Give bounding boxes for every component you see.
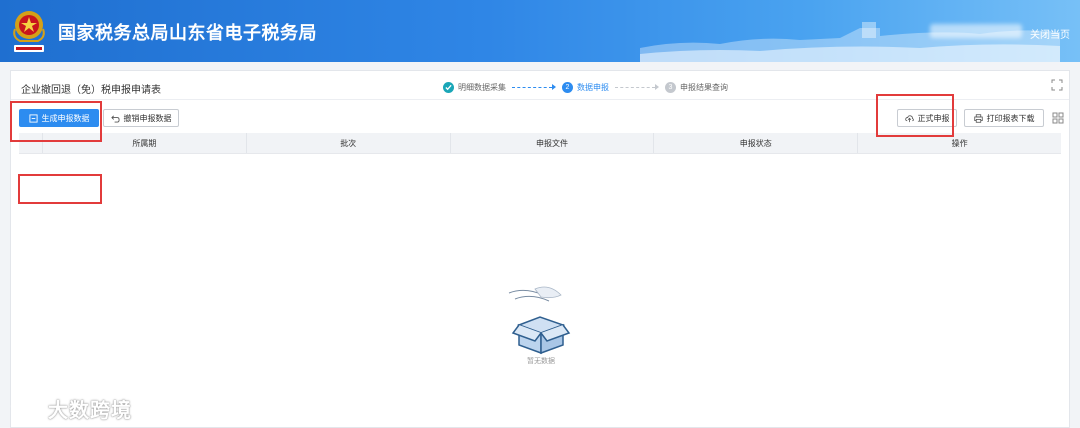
header-divider (11, 99, 1069, 100)
revoke-declaration-button[interactable]: 撤销申报数据 (103, 109, 179, 127)
empty-box-icon (508, 286, 571, 355)
step-detail-collect[interactable]: 明细数据采集 (443, 81, 506, 93)
print-download-button[interactable]: 打印报表下载 (964, 109, 1044, 127)
upload-cloud-icon (904, 114, 914, 122)
user-info-blurred (930, 24, 1022, 38)
watermark-text: 大数跨境 (48, 400, 132, 422)
step-label: 明细数据采集 (458, 82, 506, 92)
undo-icon (110, 114, 120, 123)
column-header[interactable]: 批次 (247, 133, 451, 153)
formal-submit-button[interactable]: 正式申报 (897, 109, 957, 127)
revoke-label: 撤销申报数据 (123, 113, 172, 123)
watermark: 大数跨境 (8, 394, 132, 423)
fullscreen-icon[interactable] (1051, 79, 1063, 91)
column-header[interactable]: 申报状态 (654, 133, 859, 153)
printer-icon (973, 113, 983, 123)
step-result-query[interactable]: 3 申报结果查询 (665, 81, 728, 93)
column-header[interactable]: 操作 (858, 133, 1061, 153)
step-label: 申报结果查询 (680, 82, 728, 92)
step-arrow (512, 84, 556, 90)
check-icon (443, 81, 454, 93)
step-arrow (615, 84, 659, 90)
watermark-logo-icon (10, 397, 47, 417)
main-card: 企业撤回退（免）税申报申请表 明细数据采集 2 数据申报 3 申报结果查询 生成… (10, 70, 1070, 428)
column-header[interactable]: 申报文件 (451, 133, 655, 153)
generate-declaration-button[interactable]: 生成申报数据 (19, 109, 99, 127)
step-progress: 明细数据采集 2 数据申报 3 申报结果查询 (443, 80, 728, 94)
step-data-declare[interactable]: 2 数据申报 (562, 81, 609, 93)
table-header: 所属期 批次 申报文件 申报状态 操作 (19, 133, 1061, 154)
step-number: 3 (665, 81, 676, 93)
column-settings-icon[interactable] (1052, 112, 1064, 124)
column-header[interactable]: 所属期 (43, 133, 247, 153)
print-label: 打印报表下载 (986, 113, 1035, 123)
form-title: 企业撤回退（免）税申报申请表 (21, 85, 161, 96)
document-icon (28, 113, 38, 123)
close-page-link[interactable]: 关闭当页 (1030, 26, 1070, 41)
step-number: 2 (562, 81, 573, 93)
step-label: 数据申报 (577, 82, 609, 92)
tax-emblem-icon (13, 11, 45, 52)
table-header-checkbox-col (19, 133, 43, 153)
site-title: 国家税务总局山东省电子税务局 (58, 23, 317, 43)
generate-label: 生成申报数据 (41, 113, 90, 123)
top-header: 国家税务总局山东省电子税务局 关闭当页 (0, 0, 1080, 62)
empty-state-text: 暂无数据 (527, 358, 555, 365)
submit-label: 正式申报 (917, 113, 950, 123)
